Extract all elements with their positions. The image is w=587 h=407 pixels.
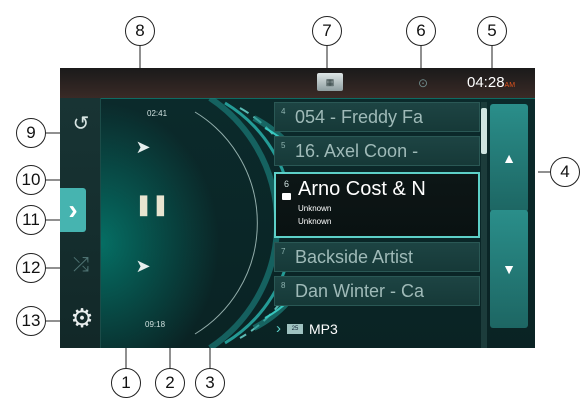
scroll-up-button[interactable]: ▲ [490, 104, 528, 212]
playlist: 4 054 - Freddy Fa 5 16. Axel Coon - 6 Ar… [274, 102, 480, 348]
track-number: 5 [281, 141, 286, 150]
list-item[interactable]: 7 Backside Artist [274, 242, 480, 272]
clock-time: 04:28 [467, 74, 505, 91]
track-number: 8 [281, 281, 286, 290]
expand-panel-button[interactable]: › [60, 188, 86, 232]
scrollbar-thumb[interactable] [481, 108, 487, 154]
repeat-button[interactable]: ↺ [68, 110, 94, 136]
triangle-up-icon: ▲ [502, 150, 516, 166]
media-player-screen: ▦ ⊙ 04:28AM ↺ › ⤮ ⚙ 02:41 09:18 ➤ ❚❚ ➤ 4… [60, 68, 535, 348]
repeat-icon: ↺ [72, 112, 90, 135]
prev-track-button[interactable]: ➤ [130, 253, 156, 279]
callout-8: 8 [125, 16, 155, 46]
list-item[interactable]: 8 Dan Winter - Ca [274, 276, 480, 306]
next-track-button[interactable]: ➤ [130, 134, 156, 160]
total-time: 09:18 [145, 320, 166, 329]
shuffle-button[interactable]: ⤮ [68, 252, 94, 278]
callout-5: 5 [477, 16, 507, 46]
clock: 04:28AM [467, 74, 515, 91]
callout-3: 3 [195, 368, 225, 398]
callout-10: 10 [16, 165, 46, 195]
callout-13: 13 [16, 306, 46, 336]
track-artist: Unknown [298, 204, 332, 213]
next-track-icon: ➤ [135, 136, 151, 157]
gear-icon: ⚙ [70, 302, 94, 333]
track-title: 054 - Freddy Fa [295, 106, 424, 127]
track-title: Arno Cost & N [298, 178, 426, 200]
pause-icon: ❚❚ [135, 193, 169, 216]
elapsed-time: 02:41 [147, 109, 168, 118]
track-title: Dan Winter - Ca [295, 280, 425, 301]
callout-9: 9 [16, 118, 46, 148]
callout-7: 7 [312, 16, 342, 46]
callout-2: 2 [155, 368, 185, 398]
callout-6: 6 [406, 16, 436, 46]
track-album: Unknown [298, 217, 332, 226]
callout-1: 1 [111, 368, 141, 398]
prev-track-icon: ➤ [135, 255, 151, 276]
folder-breadcrumb[interactable]: › 25 MP3 [276, 320, 338, 337]
chevron-right-icon: › [68, 194, 78, 225]
clock-ampm: AM [504, 82, 516, 89]
video-icon [282, 193, 291, 200]
status-bar: ▦ ⊙ 04:28AM [60, 68, 535, 99]
play-pause-button[interactable]: ❚❚ [135, 191, 169, 217]
callout-11: 11 [16, 205, 46, 235]
list-item[interactable]: 5 16. Axel Coon - [274, 136, 480, 166]
track-title: Backside Artist [295, 246, 414, 267]
track-number: 4 [281, 107, 286, 116]
callout-4: 4 [550, 157, 580, 187]
chevron-right-icon: › [276, 320, 281, 337]
folder-icon: 25 [287, 323, 303, 334]
callout-12: 12 [16, 253, 46, 283]
scroll-down-button[interactable]: ▼ [490, 210, 528, 328]
source-icon[interactable]: ▦ [317, 73, 343, 91]
bluetooth-icon: ⊙ [418, 76, 429, 90]
track-number: 7 [281, 247, 286, 256]
track-number: 6 [284, 179, 290, 189]
shuffle-icon: ⤮ [73, 253, 89, 276]
triangle-down-icon: ▼ [502, 261, 516, 277]
list-item-current[interactable]: 6 Arno Cost & N Unknown Unknown [274, 172, 480, 238]
list-item[interactable]: 4 054 - Freddy Fa [274, 102, 480, 132]
track-title: 16. Axel Coon - [295, 140, 419, 161]
folder-name: MP3 [309, 320, 338, 337]
settings-button[interactable]: ⚙ [68, 302, 96, 333]
